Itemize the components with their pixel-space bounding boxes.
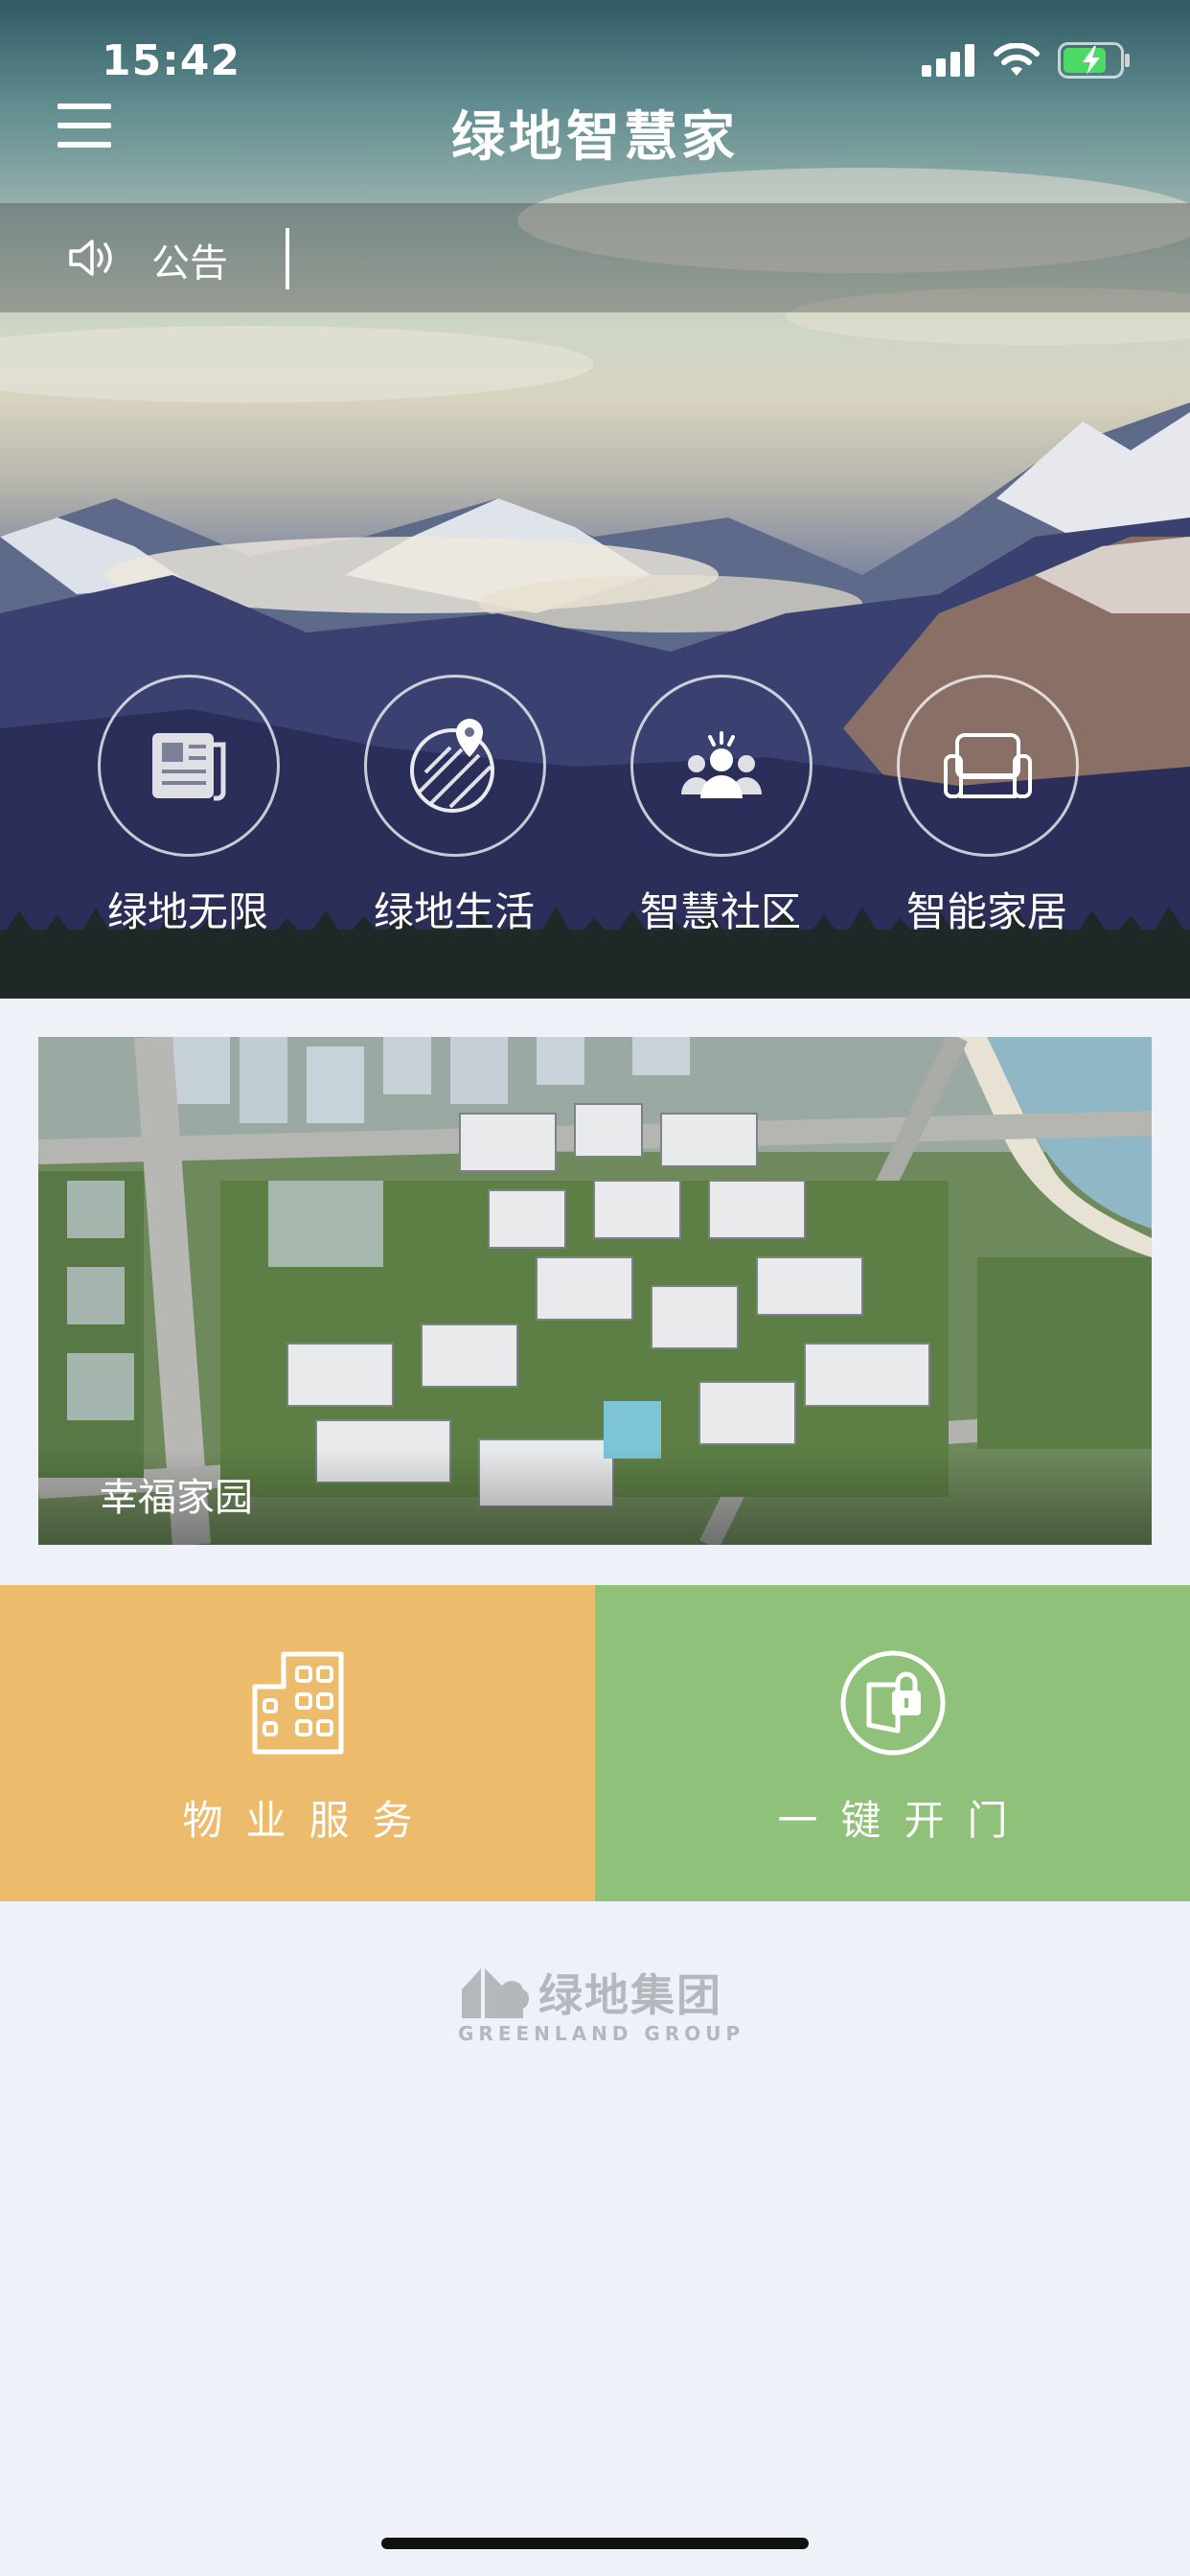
community-banner[interactable]: 幸福家园 (38, 1037, 1152, 1545)
speaker-icon (69, 240, 112, 276)
battery-charging-icon (1058, 42, 1130, 79)
newspaper-icon (152, 733, 226, 801)
building-icon (252, 1651, 343, 1755)
notice-divider (286, 228, 289, 289)
quick-nav-greenland-infinite[interactable]: 绿地无限 (98, 675, 280, 938)
notice-label: 公告 (151, 242, 228, 286)
logo-chinese-text: 绿地集团 (538, 1969, 722, 2021)
quick-nav-smart-community[interactable]: 智慧社区 (630, 675, 812, 938)
wifi-icon (994, 43, 1040, 76)
greenland-group-logo: 绿地集团 GREENLAND GROUP (456, 1961, 744, 2051)
greenland-logo-icon (462, 1966, 529, 2018)
community-people-icon (681, 731, 762, 798)
door-lock-icon (840, 1650, 945, 1756)
map-pin-icon (410, 719, 494, 813)
status-icons (922, 42, 1133, 79)
page-title: 绿地智慧家 (451, 106, 739, 169)
signal-icon (922, 44, 974, 77)
status-time: 15:42 (102, 36, 241, 85)
property-service-button[interactable]: 物业服务 (0, 1585, 595, 1901)
one-key-open-door-button[interactable]: 一键开门 (595, 1585, 1190, 1901)
quick-nav-smart-home[interactable]: 智能家居 (897, 675, 1079, 938)
sofa-icon (944, 733, 1032, 798)
one-key-open-door-label: 一键开门 (777, 1797, 1031, 1844)
quick-nav-greenland-life[interactable]: 绿地生活 (364, 675, 546, 938)
quick-nav-label: 智能家居 (905, 888, 1067, 935)
property-service-label: 物业服务 (182, 1797, 436, 1844)
logo-english-text: GREENLAND GROUP (458, 2022, 745, 2045)
home-indicator[interactable] (381, 2538, 809, 2549)
quick-nav-label: 绿地无限 (106, 888, 268, 935)
quick-nav-label: 智慧社区 (639, 888, 801, 935)
notice-bar[interactable]: 公告 (0, 203, 1190, 312)
banner-caption: 幸福家园 (100, 1476, 253, 1520)
quick-nav-label: 绿地生活 (373, 888, 535, 935)
